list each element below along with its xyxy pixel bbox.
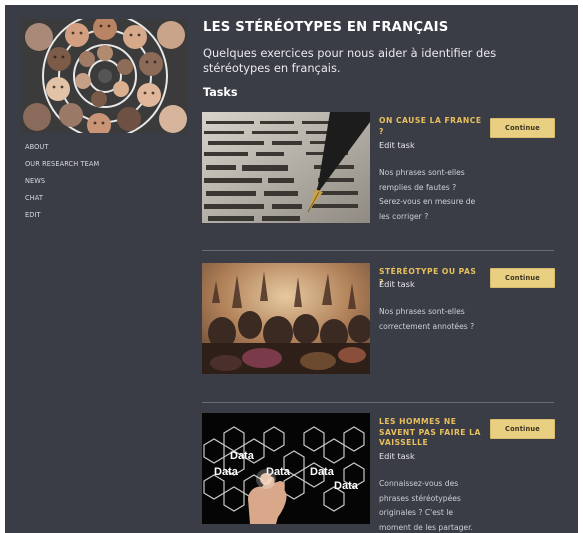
data-word: Data — [310, 466, 335, 478]
data-word: Data — [214, 466, 239, 478]
task-card: ON CAUSE LA FRANCE ? Edit task Nos phras… — [202, 112, 555, 224]
dictionary-pen-image[interactable] — [202, 112, 370, 223]
data-word: Data — [230, 450, 255, 462]
nav-item-edit[interactable]: EDIT — [25, 207, 185, 224]
edit-task-link[interactable]: Edit task — [379, 140, 415, 150]
task-description: Nos phrases sont-elles correctement anno… — [379, 307, 475, 331]
crowd-image[interactable] — [202, 263, 370, 374]
divider — [202, 250, 554, 251]
data-hexagon-image[interactable]: Data Data Data Data Data — [202, 413, 370, 524]
nav-item-about[interactable]: ABOUT — [25, 139, 185, 156]
divider — [202, 402, 554, 403]
task-description: Nos phrases sont-elles remplies de faute… — [379, 168, 476, 221]
task-title[interactable]: LES HOMMES NE SAVENT PAS FAIRE LA VAISSE… — [379, 417, 483, 449]
data-word: Data — [334, 480, 359, 492]
nav-item-chat[interactable]: CHAT — [25, 190, 185, 207]
page-frame: ABOUT OUR RESEARCH TEAM NEWS CHAT EDIT L… — [5, 5, 578, 533]
task-card: Data Data Data Data Data LES HOMMES NE S… — [202, 413, 555, 532]
edit-task-link[interactable]: Edit task — [379, 451, 415, 461]
nav-item-news[interactable]: NEWS — [25, 173, 185, 190]
continue-button[interactable]: Continue — [490, 268, 555, 288]
sidebar-nav: ABOUT OUR RESEARCH TEAM NEWS CHAT EDIT — [25, 139, 185, 224]
nav-item-research-team[interactable]: OUR RESEARCH TEAM — [25, 156, 185, 173]
task-description: Connaissez-vous des phrases stéréotypées… — [379, 479, 473, 532]
tasks-heading: Tasks — [203, 86, 238, 99]
continue-button[interactable]: Continue — [490, 118, 555, 138]
task-card: STÉRÉOTYPE OU PAS ? Edit task Nos phrase… — [202, 263, 555, 375]
page-title: LES STÉRÉOTYPES EN FRANÇAIS — [203, 20, 449, 35]
site-logo-image[interactable] — [21, 19, 188, 133]
continue-button[interactable]: Continue — [490, 419, 555, 439]
page-subtitle: Quelques exercices pour nous aider à ide… — [203, 46, 497, 75]
edit-task-link[interactable]: Edit task — [379, 279, 415, 289]
task-title[interactable]: ON CAUSE LA FRANCE ? — [379, 116, 483, 137]
